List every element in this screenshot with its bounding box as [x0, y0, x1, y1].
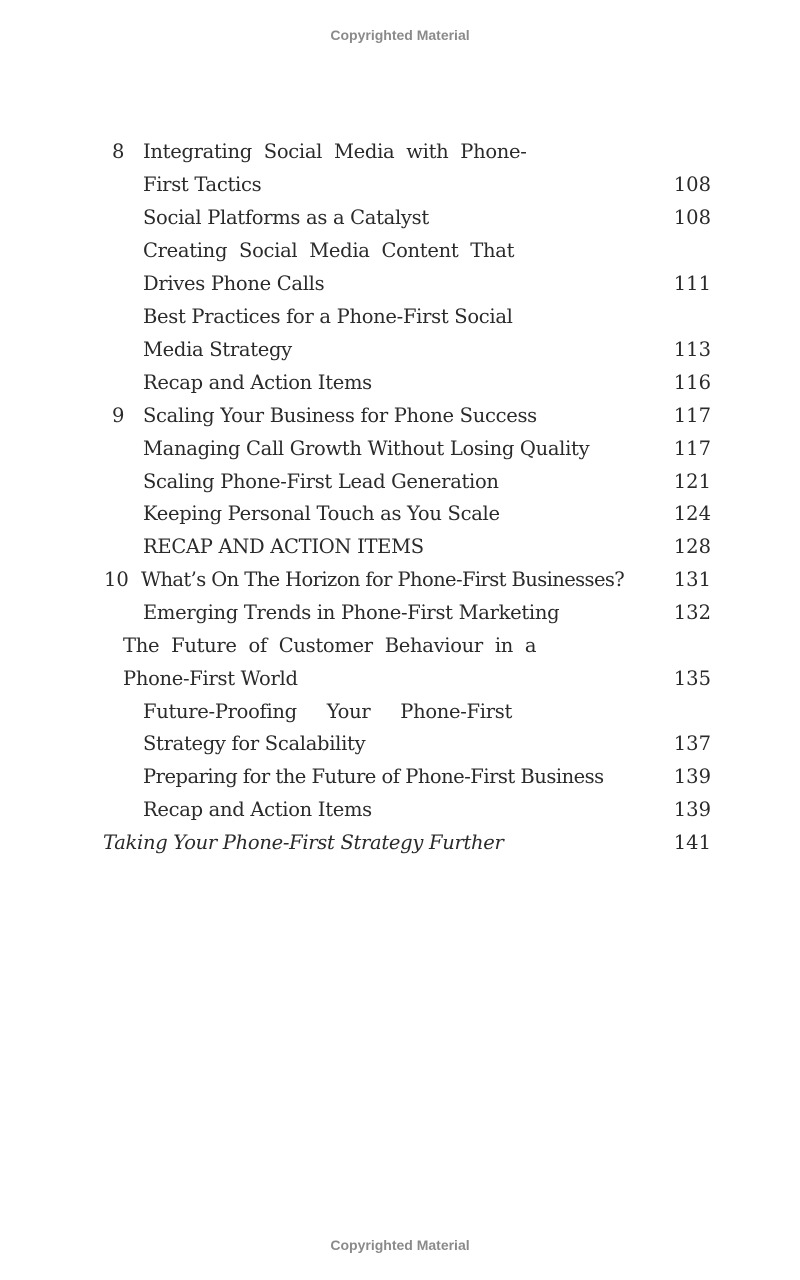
page-number: 135 [673, 667, 711, 690]
entry-title: Preparing for the Future of Phone-First … [143, 765, 604, 788]
page-number: 128 [673, 535, 711, 558]
entry-title: Recap and Action Items [143, 798, 372, 821]
entry-title-line-1: Integrating Social Media with Phone- [143, 140, 527, 163]
copyright-watermark-bottom: Copyrighted Material [330, 1237, 470, 1253]
page-number: 116 [673, 371, 711, 394]
entry-title: Managing Call Growth Without Losing Qual… [143, 437, 590, 460]
page-number: 124 [673, 502, 711, 525]
page-number: 139 [673, 765, 711, 788]
entry-title-line-2: Media Strategy [143, 338, 292, 361]
page-number: 132 [673, 601, 711, 624]
entry-title-line-2: Drives Phone Calls [143, 272, 325, 295]
entry-title-line-1: Future-Proofing Your Phone-First [143, 700, 512, 723]
entry-title: Taking Your Phone-First Strategy Further [103, 831, 504, 854]
entry-title-line-2: Strategy for Scalability [143, 732, 366, 755]
page-number: 108 [673, 173, 711, 196]
page-number: 108 [673, 206, 711, 229]
page-number: 113 [673, 338, 711, 361]
entry-title-line-1: The Future of Customer Behaviour in a [123, 634, 537, 657]
chapter-number: 8 [112, 140, 125, 163]
entry-title-line-2: Phone-First World [123, 667, 298, 690]
page-number: 111 [673, 272, 711, 295]
page-number: 137 [673, 732, 711, 755]
entry-title: RECAP AND ACTION ITEMS [143, 535, 424, 558]
chapter-number: 10 [104, 568, 129, 591]
entry-title: Social Platforms as a Catalyst [143, 206, 429, 229]
page-number: 131 [673, 568, 711, 591]
entry-title-line-1: Best Practices for a Phone-First Social [143, 305, 513, 328]
page-number: 139 [673, 798, 711, 821]
entry-title: Emerging Trends in Phone-First Marketing [143, 601, 560, 624]
page-number: 117 [673, 437, 711, 460]
entry-title-line-2: First Tactics [143, 173, 262, 196]
chapter-number: 9 [112, 404, 125, 427]
entry-title: What’s On The Horizon for Phone-First Bu… [141, 568, 625, 591]
page-number: 121 [673, 470, 711, 493]
entry-title: Keeping Personal Touch as You Scale [143, 502, 500, 525]
entry-title: Scaling Phone-First Lead Generation [143, 470, 499, 493]
entry-title: Scaling Your Business for Phone Success [143, 404, 537, 427]
entry-title: Recap and Action Items [143, 371, 372, 394]
entry-title-line-1: Creating Social Media Content That [143, 239, 515, 262]
page-number: 117 [673, 404, 711, 427]
page-number: 141 [673, 831, 711, 854]
copyright-watermark-top: Copyrighted Material [330, 27, 470, 43]
